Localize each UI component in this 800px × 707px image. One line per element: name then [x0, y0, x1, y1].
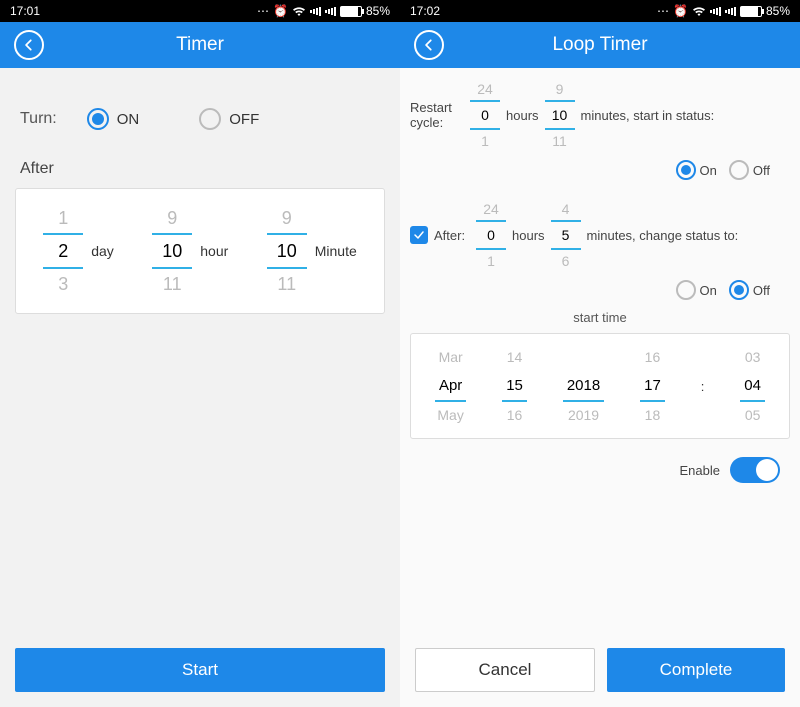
minutes-status-label: minutes, start in status:	[581, 108, 790, 123]
back-button[interactable]	[414, 30, 444, 60]
battery-pct: 85%	[366, 4, 390, 18]
status-time: 17:01	[10, 4, 40, 18]
radio-icon	[676, 280, 696, 300]
radio-on-label: ON	[117, 111, 140, 128]
chevron-left-icon	[422, 38, 436, 52]
content-area: Turn: ON OFF After 1 2 3 day	[0, 68, 400, 707]
day-picker[interactable]: 1 2 3	[43, 203, 83, 299]
status1-off-radio[interactable]: Off	[729, 160, 770, 180]
more-icon: ⋯	[657, 4, 669, 18]
battery-icon	[740, 6, 762, 17]
turn-label: Turn:	[20, 110, 57, 128]
hour-unit: hour	[200, 243, 228, 259]
radio-icon	[676, 160, 696, 180]
minutes-change-label: minutes, change status to:	[587, 228, 790, 243]
datetime-picker: Mar Apr May 14 15 16 2018 2019 16 17 18 …	[410, 333, 790, 439]
status-bar: 17:02 ⋯ ⏰ 85%	[400, 0, 800, 22]
status2-off-radio[interactable]: Off	[729, 280, 770, 300]
restart-cycle-label: Restart cycle:	[410, 100, 464, 130]
after-checkbox[interactable]	[410, 226, 428, 244]
radio-icon	[729, 280, 749, 300]
battery-icon	[340, 6, 362, 17]
page-title: Timer	[0, 34, 400, 56]
header: Loop Timer	[400, 22, 800, 68]
page-title: Loop Timer	[400, 34, 800, 56]
alarm-icon: ⏰	[273, 4, 288, 18]
after-minutes-picker[interactable]: 4 5 6	[551, 198, 581, 272]
after-label: After	[0, 160, 400, 188]
status-time: 17:02	[410, 4, 440, 18]
signal-icon-2	[725, 6, 736, 16]
dt-hour-picker[interactable]: 16 17 18	[640, 344, 665, 428]
hours-unit: hours	[512, 228, 545, 243]
radio-off-label: OFF	[229, 111, 259, 128]
duration-picker: 1 2 3 day 9 10 11 hour 9 10 11	[15, 188, 385, 314]
chevron-left-icon	[22, 38, 36, 52]
day-unit: day	[91, 243, 114, 259]
enable-label: Enable	[680, 463, 720, 478]
radio-icon-off	[199, 108, 221, 130]
alarm-icon: ⏰	[673, 4, 688, 18]
content-area: Restart cycle: 24 0 1 hours 9 10 11 minu…	[400, 68, 800, 633]
battery-pct: 85%	[766, 4, 790, 18]
day-picker[interactable]: 14 15 16	[502, 344, 527, 428]
minute-picker[interactable]: 9 10 11	[267, 203, 307, 299]
enable-toggle[interactable]	[730, 457, 780, 483]
status-icons: ⋯ ⏰ 85%	[257, 4, 390, 18]
complete-button[interactable]: Complete	[607, 648, 785, 692]
status1-on-radio[interactable]: On	[676, 160, 717, 180]
more-icon: ⋯	[257, 4, 269, 18]
cycle-hours-picker[interactable]: 24 0 1	[470, 78, 500, 152]
signal-icon-1	[710, 6, 721, 16]
minute-unit: Minute	[315, 243, 357, 259]
signal-icon-2	[325, 6, 336, 16]
radio-off[interactable]: OFF	[199, 108, 259, 130]
status-icons: ⋯ ⏰ 85%	[657, 4, 790, 18]
cancel-button[interactable]: Cancel	[415, 648, 595, 692]
start-button[interactable]: Start	[15, 648, 385, 692]
month-picker[interactable]: Mar Apr May	[435, 344, 466, 428]
after-label: After:	[434, 228, 470, 243]
start-time-label: start time	[410, 310, 790, 325]
after-hours-picker[interactable]: 24 0 1	[476, 198, 506, 272]
phone-right: 17:02 ⋯ ⏰ 85% Loop Timer Restart cycle: …	[400, 0, 800, 707]
status-bar: 17:01 ⋯ ⏰ 85%	[0, 0, 400, 22]
dt-minute-picker[interactable]: 03 04 05	[740, 344, 765, 428]
back-button[interactable]	[14, 30, 44, 60]
header: Timer	[0, 22, 400, 68]
hour-picker[interactable]: 9 10 11	[152, 203, 192, 299]
wifi-icon	[692, 6, 706, 17]
year-picker[interactable]: 2018 2019	[563, 344, 604, 428]
cycle-minutes-picker[interactable]: 9 10 11	[545, 78, 575, 152]
time-colon: :	[701, 379, 705, 394]
phone-left: 17:01 ⋯ ⏰ 85% Timer Turn: ON	[0, 0, 400, 707]
radio-on[interactable]: ON	[87, 108, 140, 130]
hours-unit: hours	[506, 108, 539, 123]
radio-icon	[729, 160, 749, 180]
radio-icon-on	[87, 108, 109, 130]
status2-on-radio[interactable]: On	[676, 280, 717, 300]
signal-icon-1	[310, 6, 321, 16]
wifi-icon	[292, 6, 306, 17]
